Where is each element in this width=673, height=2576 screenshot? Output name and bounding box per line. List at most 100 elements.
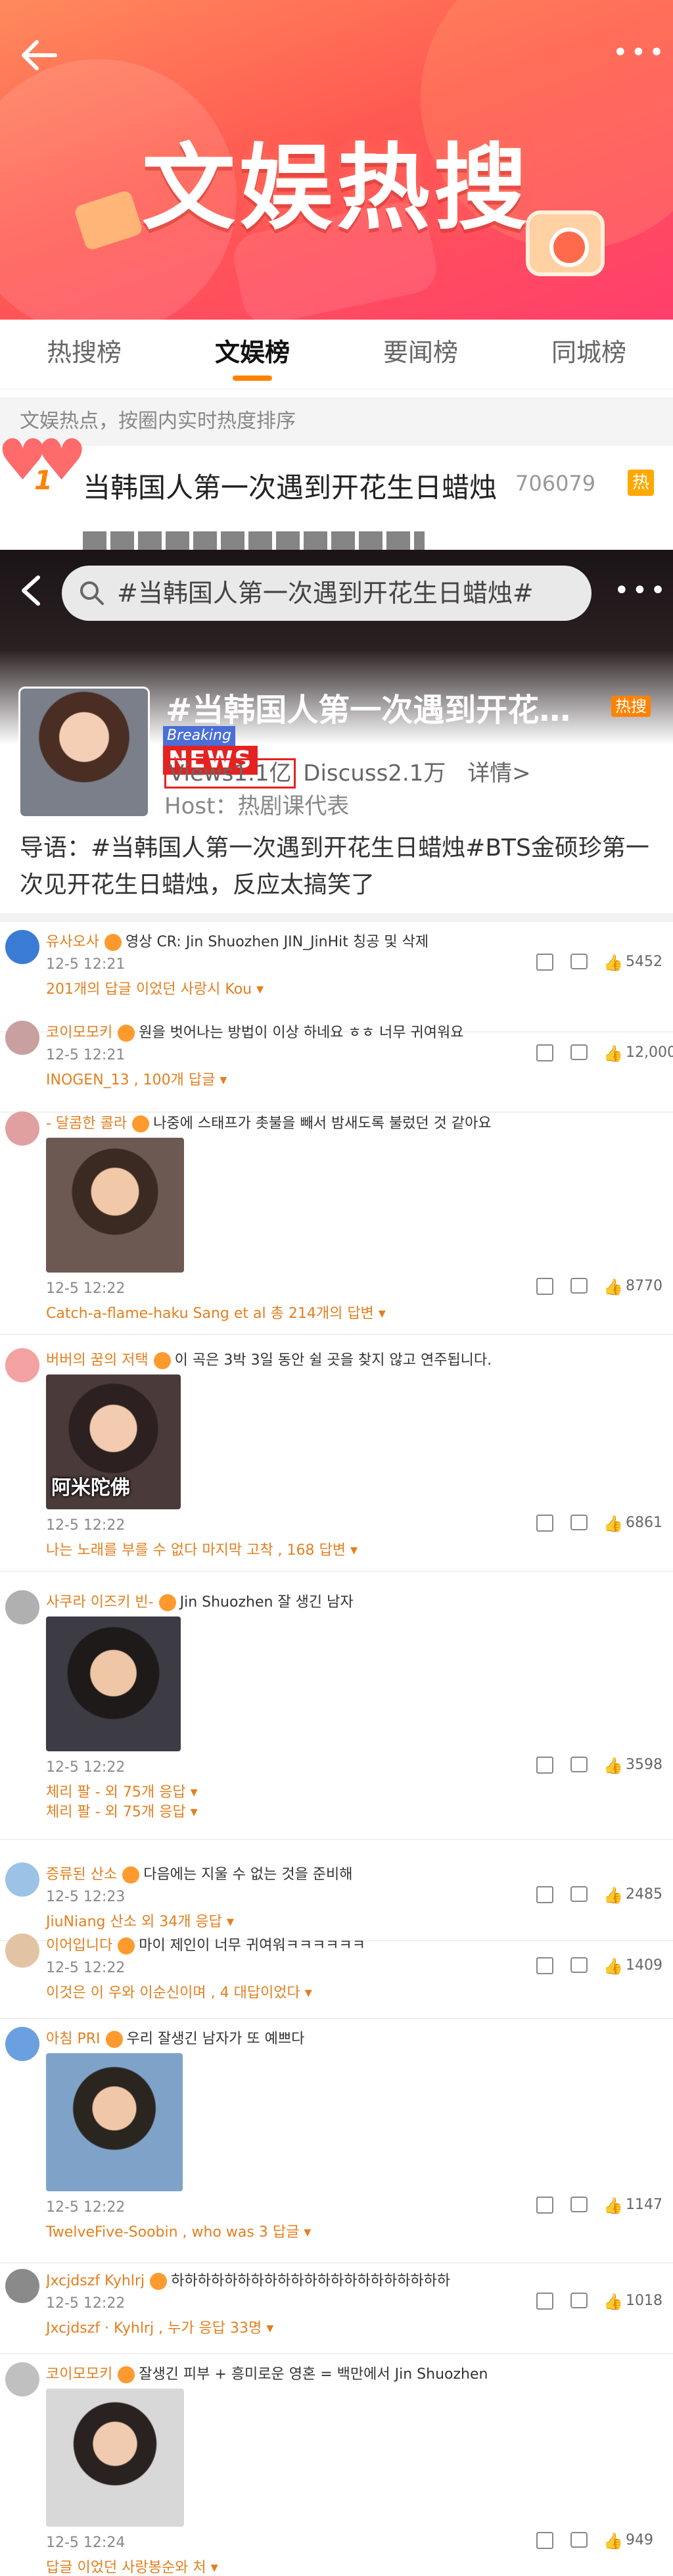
avatar[interactable] bbox=[5, 1590, 39, 1624]
avatar[interactable] bbox=[5, 1111, 39, 1146]
avatar[interactable] bbox=[5, 930, 39, 964]
reply-summary-link[interactable]: INOGEN_13 , 100개 답글 ▾ bbox=[46, 1071, 624, 1090]
share-icon[interactable] bbox=[536, 1757, 553, 1774]
comment-icon[interactable] bbox=[570, 1515, 588, 1530]
reply-summary-link[interactable]: JiuNiang 산소 외 34개 응답 ▾ bbox=[46, 1912, 624, 1932]
comment-username[interactable]: 코이모모키 bbox=[46, 2366, 112, 2383]
comment-icon[interactable] bbox=[570, 1957, 588, 1973]
reply-summary-link[interactable]: 201개의 답글 이었던 사랑시 Kou ▾ bbox=[46, 980, 624, 1000]
comment-icon[interactable] bbox=[570, 2532, 588, 2548]
tab-news[interactable]: 要闻榜 bbox=[336, 320, 505, 389]
like-icon[interactable]: 👍 bbox=[603, 1757, 623, 1775]
comment-body: 코이모모키 원을 벗어나는 방법이 이상 하네요 ㅎㅎ 너무 귀여워요 bbox=[46, 1023, 664, 1043]
comment-username[interactable]: 이어입니다 bbox=[46, 1937, 112, 1954]
comment-body: - 달콤한 콜라 나중에 스태프가 촛불을 빼서 밤새도록 불렀던 것 같아요 bbox=[46, 1114, 664, 1134]
comment-icon[interactable] bbox=[570, 1044, 588, 1060]
comment-username[interactable]: 사쿠라 이즈키 빈- bbox=[46, 1594, 154, 1611]
next-rank-item bbox=[0, 523, 673, 550]
more-options-icon[interactable]: ••• bbox=[614, 577, 666, 604]
comment-image[interactable]: 阿米陀佛 bbox=[46, 1374, 181, 1509]
reply-summary-link[interactable]: 답글 이었던 사랑봉순와 처 ▾ bbox=[46, 2558, 624, 2576]
like-icon[interactable]: 👍 bbox=[603, 954, 623, 972]
share-icon[interactable] bbox=[536, 1957, 553, 1974]
comment-username[interactable]: 코이모모키 bbox=[46, 1025, 112, 1041]
share-icon[interactable] bbox=[536, 2532, 553, 2549]
like-icon[interactable]: 👍 bbox=[603, 1278, 623, 1296]
comment-username[interactable]: 버버의 꿈의 저택 bbox=[46, 1352, 149, 1369]
search-query: #当韩国人第一次遇到开花生日蜡烛# bbox=[117, 579, 534, 608]
like-icon[interactable]: 👍 bbox=[603, 2293, 623, 2311]
comment-icon[interactable] bbox=[570, 2197, 588, 2212]
comment-username[interactable]: Jxcjdszf Kyhlrj bbox=[46, 2273, 145, 2289]
share-icon[interactable] bbox=[536, 1515, 553, 1532]
avatar[interactable] bbox=[5, 1348, 39, 1382]
comment-item: - 달콤한 콜라 나중에 스태프가 촛불을 빼서 밤새도록 불렀던 것 같아요 12… bbox=[0, 1111, 673, 1335]
comment-timestamp: 12-5 12:22 bbox=[46, 2199, 126, 2216]
detail-link[interactable]: 详情> bbox=[467, 760, 531, 787]
reply-summary-link[interactable]: Jxcjdszf · Kyhlrj , 누가 응답 33명 ▾ bbox=[46, 2319, 624, 2339]
reply-summary-link[interactable]: 이것은 이 우와 이순신이며 , 4 대답이었다 ▾ bbox=[46, 1983, 624, 2003]
comment-username[interactable]: 증류된 산소 bbox=[46, 1866, 117, 1883]
like-icon[interactable]: 👍 bbox=[603, 2532, 623, 2550]
discuss-count: Discuss2.1万 bbox=[303, 760, 446, 787]
comment-icon[interactable] bbox=[570, 2293, 588, 2308]
share-icon[interactable] bbox=[536, 954, 553, 971]
comment-image[interactable] bbox=[46, 2053, 183, 2191]
comment-item: 코이모모키 잘생긴 피부 + 흥미로운 영혼 = 백만에서 Jin Shuozhe… bbox=[0, 2362, 673, 2576]
avatar[interactable] bbox=[5, 1933, 39, 1968]
avatar[interactable] bbox=[5, 2027, 39, 2061]
share-icon[interactable] bbox=[536, 2197, 553, 2214]
comment-icon[interactable] bbox=[570, 954, 588, 969]
like-count: 3598 bbox=[626, 1757, 662, 1773]
comment-body: 증류된 산소 다음에는 지울 수 없는 것을 준비해 bbox=[46, 1865, 664, 1885]
like-icon[interactable]: 👍 bbox=[603, 1044, 623, 1063]
like-icon[interactable]: 👍 bbox=[603, 2197, 623, 2215]
reply-summary-link[interactable]: TwelveFive-Soobin , who was 3 답글 ▾ bbox=[46, 2223, 624, 2243]
comment-text: Jin Shuozhen 잘 생긴 남자 bbox=[179, 1594, 354, 1611]
tab-local[interactable]: 同城榜 bbox=[505, 320, 673, 389]
reply-summary-link[interactable]: 체리 팔 - 외 75개 응답 ▾ bbox=[46, 1803, 624, 1822]
reply-summary-link[interactable]: Catch-a-flame-haku Sang et al 총 214개의 답변… bbox=[46, 1304, 624, 1324]
comment-item: 이어입니다 마이 제인이 너무 귀여워ㅋㅋㅋㅋㅋㅋ 12-5 12:22 👍 1409 이… bbox=[0, 1933, 673, 2019]
comment-image[interactable] bbox=[46, 1138, 184, 1273]
like-icon[interactable]: 👍 bbox=[603, 1957, 623, 1976]
like-count: 12,000 bbox=[626, 1044, 673, 1061]
comment-icon[interactable] bbox=[570, 1757, 588, 1772]
comment-username[interactable]: 아침 PRI bbox=[46, 2031, 101, 2047]
comment-separator bbox=[0, 2018, 673, 2019]
tab-hot-search[interactable]: 热搜榜 bbox=[0, 320, 168, 389]
back-chevron-icon[interactable] bbox=[14, 572, 51, 609]
comment-text: 우리 잘생긴 남자가 또 예쁘다 bbox=[126, 2031, 305, 2047]
rank-item[interactable]: ♥♥ 1 当韩国人第一次遇到开花生日蜡烛 706079 热 bbox=[0, 427, 673, 523]
back-arrow-icon[interactable] bbox=[18, 34, 60, 76]
share-icon[interactable] bbox=[536, 1044, 553, 1061]
comment-icon[interactable] bbox=[570, 1886, 588, 1902]
reply-summary-link[interactable]: 나는 노래를 부를 수 없다 마지막 고착 , 168 답변 ▾ bbox=[46, 1541, 624, 1561]
share-icon[interactable] bbox=[536, 1278, 553, 1295]
avatar[interactable] bbox=[5, 2269, 39, 2303]
avatar[interactable] bbox=[5, 2362, 39, 2396]
share-icon[interactable] bbox=[536, 2293, 553, 2310]
share-icon[interactable] bbox=[536, 1886, 553, 1903]
comment-username[interactable]: - 달콤한 콜라 bbox=[46, 1115, 127, 1132]
comment-timestamp: 12-5 12:22 bbox=[46, 2295, 126, 2312]
comment-icon[interactable] bbox=[570, 1278, 588, 1294]
topic-summary: 导语：#当韩国人第一次遇到开花生日蜡烛#BTS金硕珍第一次见开花生日蜡烛，反应太… bbox=[20, 835, 649, 898]
comment-body: 유사오사 영상 CR: Jin Shuozhen JIN_JinHit 칭공 및 … bbox=[46, 933, 664, 952]
comment-image[interactable] bbox=[46, 1616, 181, 1751]
image-caption: 阿米陀佛 bbox=[51, 1476, 130, 1499]
comment-text: 이 곡은 3박 3일 동안 쉴 곳을 찾지 않고 연주됩니다. bbox=[174, 1352, 492, 1369]
like-count: 949 bbox=[626, 2532, 653, 2548]
tab-entertainment[interactable]: 文娱榜 bbox=[168, 320, 336, 389]
more-options-icon[interactable]: ••• bbox=[613, 39, 664, 66]
reply-summary-link[interactable]: 체리 팔 - 외 75개 응답 ▾ bbox=[46, 1783, 624, 1803]
comment-image[interactable] bbox=[46, 2389, 184, 2527]
like-count: 8770 bbox=[626, 1278, 662, 1294]
comment-username[interactable]: 유사오사 bbox=[46, 934, 99, 950]
like-icon[interactable]: 👍 bbox=[603, 1886, 623, 1905]
search-input[interactable]: #当韩国人第一次遇到开花生日蜡烛# bbox=[62, 566, 592, 621]
comment-separator bbox=[0, 1570, 673, 1572]
like-icon[interactable]: 👍 bbox=[603, 1515, 623, 1533]
avatar[interactable] bbox=[5, 1862, 39, 1897]
avatar[interactable] bbox=[5, 1021, 39, 1055]
